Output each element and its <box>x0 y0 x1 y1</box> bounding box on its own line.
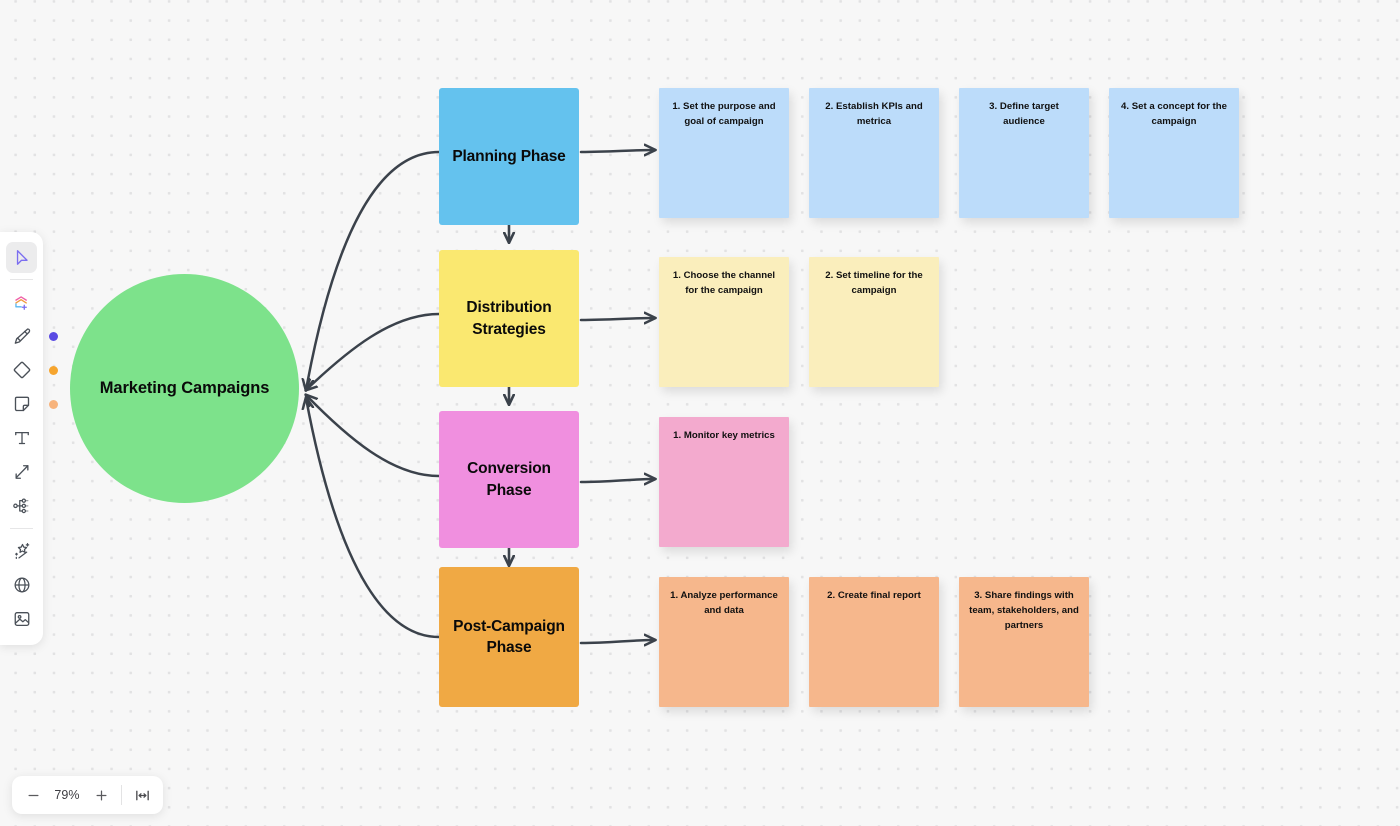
sticky-note-text: 1. Monitor key metrics <box>673 430 775 441</box>
toolbar-divider <box>10 528 33 529</box>
cursor-icon <box>16 249 28 265</box>
select-cursor-tool[interactable] <box>6 241 37 273</box>
text-icon <box>14 431 29 445</box>
edge-distribution-notes <box>579 318 655 320</box>
ai-tool[interactable] <box>6 536 37 567</box>
edge-root-conversion <box>306 395 441 478</box>
sticky-note-text: 1. Set the purpose and goal of campaign <box>672 101 776 127</box>
diamond-icon <box>13 361 30 379</box>
phase-label: Post-Campaign Phase <box>453 617 565 656</box>
phase-node-post-campaign[interactable]: Post-Campaign Phase <box>439 567 579 707</box>
sticky-note[interactable]: 2. Establish KPIs and metrica <box>809 88 939 218</box>
arrow-line-icon <box>15 465 29 479</box>
text-tool[interactable] <box>6 423 37 454</box>
sticky-note-text: 2. Set timeline for the campaign <box>825 270 923 296</box>
fit-to-screen-icon <box>135 790 149 800</box>
phase-label: Planning Phase <box>452 147 566 165</box>
sticky-note[interactable]: 3. Define target audience <box>959 88 1089 218</box>
pen-tool[interactable] <box>6 321 58 352</box>
zoom-bar-divider <box>121 785 122 805</box>
edge-root-postcampaign <box>306 398 441 639</box>
edge-conversion-notes <box>579 479 655 482</box>
globe-icon <box>14 577 29 593</box>
edge-root-distribution <box>306 312 441 390</box>
pen-icon <box>14 328 30 344</box>
connector-tool[interactable] <box>6 457 37 488</box>
fit-to-screen-button[interactable] <box>127 780 157 810</box>
left-toolbar <box>0 232 58 645</box>
sticky-note[interactable]: 4. Set a concept for the campaign <box>1109 88 1239 218</box>
zoom-in-button[interactable] <box>86 780 116 810</box>
sticky-note-text: 3. Share findings with team, stakeholder… <box>969 590 1079 631</box>
magic-wand-icon <box>14 543 29 560</box>
sticky-note-text: 4. Set a concept for the campaign <box>1120 101 1228 127</box>
image-icon <box>14 612 29 626</box>
sticky-note[interactable]: 1. Set the purpose and goal of campaign <box>659 88 789 218</box>
sticky-note-color-dot[interactable] <box>49 399 58 409</box>
sticky-note[interactable]: 1. Analyze performance and data <box>659 577 789 707</box>
edge-planning-notes <box>579 150 655 152</box>
sticky-note-text: 3. Define target audience <box>989 101 1059 127</box>
toolbar-divider <box>10 279 33 280</box>
sticky-note-text: 1. Analyze performance and data <box>670 590 778 616</box>
sticky-note[interactable]: 2. Create final report <box>809 577 939 707</box>
sticky-note-text: 2. Create final report <box>827 590 921 601</box>
sticky-note-icon <box>14 396 29 412</box>
sticky-note-text: 1. Choose the channel for the campaign <box>672 270 776 296</box>
sticky-note-text: 2. Establish KPIs and metrica <box>825 101 923 127</box>
templates-icon <box>15 295 27 310</box>
phase-label: Distribution Strategies <box>466 299 552 338</box>
mind-map-tool[interactable] <box>6 491 37 522</box>
pen-color-dot[interactable] <box>49 331 58 341</box>
phase-node-distribution[interactable]: Distribution Strategies <box>439 250 579 387</box>
sticky-note[interactable]: 3. Share findings with team, stakeholder… <box>959 577 1089 707</box>
phase-node-conversion[interactable]: Conversion Phase <box>439 411 579 548</box>
shape-color-dot[interactable] <box>49 365 58 375</box>
templates-tool[interactable] <box>6 287 37 318</box>
sticky-note[interactable]: 1. Choose the channel for the campaign <box>659 257 789 387</box>
sticky-note[interactable]: 2. Set timeline for the campaign <box>809 257 939 387</box>
mind-map-icon <box>12 498 28 514</box>
edge-postcampaign-notes <box>579 640 655 643</box>
zoom-level-label[interactable]: 79% <box>48 788 86 802</box>
edge-root-planning <box>306 150 441 390</box>
root-node[interactable]: Marketing Campaigns <box>70 274 299 503</box>
zoom-out-button[interactable] <box>18 780 48 810</box>
shape-tool[interactable] <box>6 355 58 386</box>
sticky-note[interactable]: 1. Monitor key metrics <box>659 417 789 547</box>
phase-node-planning[interactable]: Planning Phase <box>439 88 579 225</box>
zoom-bar: 79% <box>12 776 163 814</box>
sticky-note-tool[interactable] <box>6 389 58 420</box>
phase-label: Conversion Phase <box>467 460 551 499</box>
image-tool[interactable] <box>6 604 37 635</box>
root-node-label: Marketing Campaigns <box>99 379 270 397</box>
minus-icon <box>28 794 38 796</box>
whiteboard-canvas[interactable]: Marketing Campaigns Planning Phase Distr… <box>0 0 1400 826</box>
embed-tool[interactable] <box>6 570 37 601</box>
plus-icon <box>96 790 106 800</box>
